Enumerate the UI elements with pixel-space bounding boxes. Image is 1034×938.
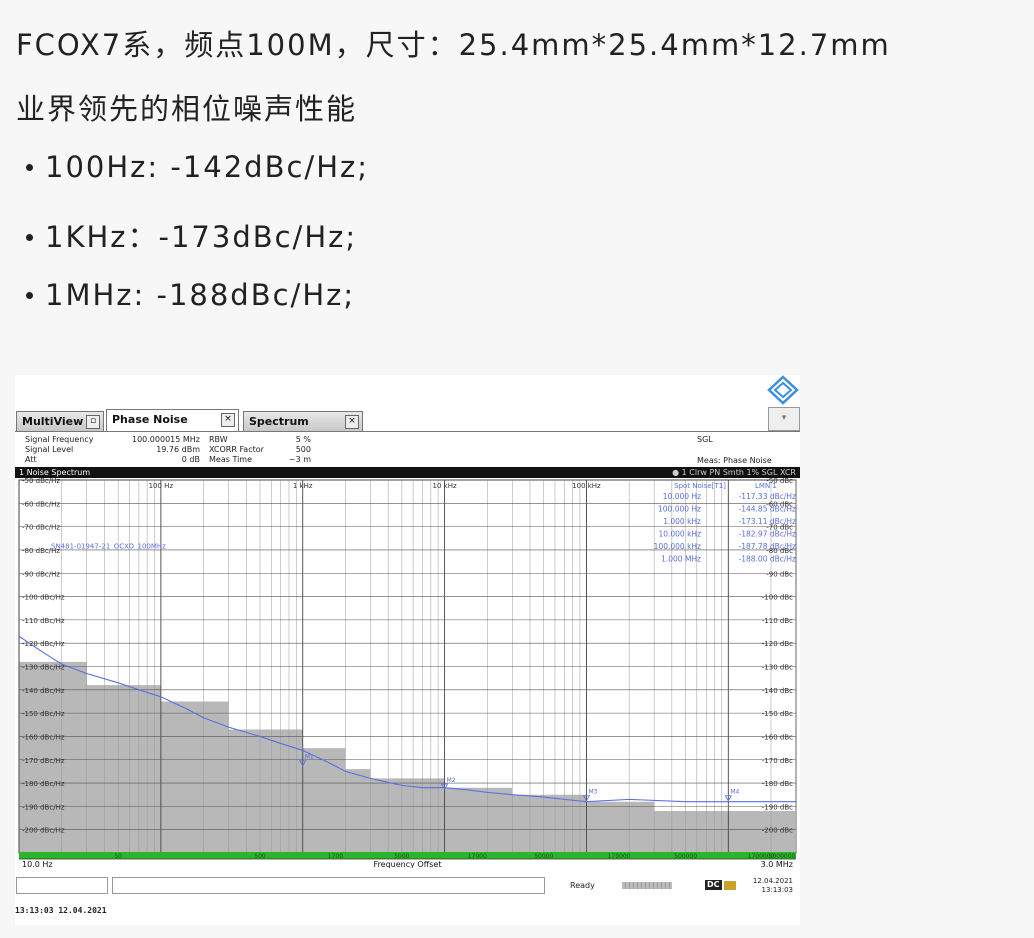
rbw-value: 5 % <box>295 435 311 444</box>
tab-phase-noise[interactable]: Phase Noise × <box>106 409 239 431</box>
spot-noise-freq: 10.000 kHz <box>658 530 701 539</box>
rohde-schwarz-logo-icon <box>767 375 799 405</box>
y-tick-label-left: -60 dBc/Hz <box>22 500 60 508</box>
x-start-label: 10.0 Hz <box>22 860 53 868</box>
y-tick-label-left: -70 dBc/Hz <box>22 524 60 532</box>
x-tick-label: 1 kHz <box>293 482 313 490</box>
signal-level-label: Signal Level <box>25 445 74 454</box>
spot-noise-header-right: LMN 1 <box>755 482 777 490</box>
window-title: 1 Noise Spectrum <box>19 468 91 477</box>
spot-noise-value: -182.97 dBc/Hz <box>739 530 797 539</box>
marker-label: M4 <box>730 789 739 796</box>
signal-frequency-label: Signal Frequency <box>25 435 94 444</box>
y-tick-label-left: -190 dBc/Hz <box>22 803 65 811</box>
footer-timestamp: 13:13:03 12.04.2021 <box>15 906 107 915</box>
y-tick-label-right: -110 dBc <box>762 617 793 625</box>
y-tick-label-left: -170 dBc/Hz <box>22 757 65 765</box>
spot-noise-value: -187.78 dBc/Hz <box>739 542 797 551</box>
status-field-2 <box>112 877 545 894</box>
y-tick-label-right: -90 dBc <box>766 570 793 578</box>
window-title-bar: 1 Noise Spectrum ● 1 Clrw PN Smth 1% SGL… <box>15 467 800 478</box>
signal-level-value: 19.76 dBm <box>156 445 200 454</box>
y-tick-label-right: -190 dBc <box>762 803 793 811</box>
meas-time-label: Meas Time <box>209 455 253 464</box>
heading-line-1: FCOX7系，频点100M，尺寸：25.4mm*25.4mm*12.7mm <box>16 28 891 62</box>
y-tick-label-left: -200 dBc/Hz <box>22 827 65 835</box>
spot-noise-freq: 10.000 Hz <box>663 492 701 501</box>
bullet-icon <box>26 291 33 299</box>
measurement-mode: Meas: Phase Noise <box>697 456 772 465</box>
bullet-icon <box>26 163 33 171</box>
bullet-icon <box>26 233 33 241</box>
att-value: 0 dB <box>181 455 200 464</box>
y-tick-label-left: -140 dBc/Hz <box>22 687 65 695</box>
signal-frequency-value: 100.000015 MHz <box>131 435 200 444</box>
phase-noise-screenshot: ▾ MultiView ▫ Phase Noise × Spectrum × Sign… <box>15 375 800 925</box>
y-tick-label-left: -150 dBc/Hz <box>22 710 65 718</box>
y-tick-label-left: -90 dBc/Hz <box>22 570 60 578</box>
x-stop-label: 3.0 MHz <box>761 860 793 868</box>
trace-settings: ● 1 Clrw PN Smth 1% SGL XCR <box>672 468 796 477</box>
status-datetime: 12.04.2021 13:13:03 <box>752 877 793 894</box>
y-tick-label-right: -170 dBc <box>762 757 793 765</box>
sgl-indicator: SGL <box>697 435 713 444</box>
y-tick-label-right: -100 dBc <box>762 594 793 602</box>
rbw-label: RBW <box>209 435 228 444</box>
y-tick-label-right: -150 dBc <box>762 710 793 718</box>
spec-item-1khz: 1KHz：-173dBc/Hz; <box>26 214 357 256</box>
y-tick-label-left: -130 dBc/Hz <box>22 664 65 672</box>
y-tick-label-right: -160 dBc <box>762 733 793 741</box>
marker-label: M2 <box>447 777 456 784</box>
trace-label: SN481-01947-21_OCXO_100MHz <box>51 542 166 550</box>
status-ready: Ready <box>570 881 595 890</box>
y-tick-label-left: -160 dBc/Hz <box>22 733 65 741</box>
x-tick-label: 100 kHz <box>572 482 601 490</box>
y-tick-label-right: -130 dBc <box>762 664 793 672</box>
spec-item-1mhz: 1MHz: -188dBc/Hz; <box>26 278 355 312</box>
spot-noise-freq: 100.000 kHz <box>654 542 701 551</box>
y-tick-label-right: -180 dBc <box>762 780 793 788</box>
marker-label: M3 <box>588 789 597 796</box>
y-tick-label-right: -200 dBc <box>762 827 793 835</box>
spot-noise-header: Spot Noise[T1] <box>674 482 726 490</box>
y-tick-label-right: -140 dBc <box>762 687 793 695</box>
heading-line-2: 业界领先的相位噪声性能 <box>16 92 358 126</box>
y-tick-label-left: -100 dBc/Hz <box>22 594 65 602</box>
phase-noise-chart: -50 dBc/Hz -50 dBc-60 dBc/Hz -60 dBc-70 dB… <box>18 478 797 868</box>
spot-noise-value: -188.00 dBc/Hz <box>739 555 797 564</box>
xcorr-value: 500 <box>295 445 311 454</box>
meas-time-value: ~3 m <box>288 455 311 464</box>
y-tick-label-left: -110 dBc/Hz <box>22 617 65 625</box>
tab-close-icon[interactable]: × <box>221 413 235 427</box>
x-tick-label: 100 Hz <box>149 482 174 490</box>
y-tick-label-left: -180 dBc/Hz <box>22 780 65 788</box>
spot-noise-value: -144.85 dBc/Hz <box>739 505 797 514</box>
tab-close-icon[interactable]: ▫ <box>86 415 100 429</box>
spot-noise-value: -117.33 dBc/Hz <box>739 492 797 501</box>
marker-label: M1 <box>305 754 314 761</box>
spot-noise-freq: 1.000 MHz <box>661 555 701 564</box>
spot-noise-freq: 1.000 kHz <box>663 517 701 526</box>
y-tick-label-left: -50 dBc/Hz <box>22 478 60 485</box>
dc-indicator: DC <box>705 880 722 890</box>
progress-indicator <box>622 882 672 889</box>
spot-noise-value: -173.11 dBc/Hz <box>739 517 797 526</box>
spot-noise-freq: 100.000 Hz <box>658 505 701 514</box>
tab-multiview[interactable]: MultiView ▫ <box>16 411 104 431</box>
x-axis-title: Frequency Offset <box>374 860 442 868</box>
dropdown-button[interactable]: ▾ <box>768 407 800 431</box>
xcorr-label: XCORR Factor <box>209 445 264 454</box>
spec-item-100hz: 100Hz: -142dBc/Hz; <box>26 150 369 184</box>
att-label: Att <box>25 455 37 464</box>
tab-close-icon[interactable]: × <box>345 415 359 429</box>
y-tick-label-left: -120 dBc/Hz <box>22 640 65 648</box>
status-field-1 <box>16 877 108 894</box>
y-tick-label-right: -120 dBc <box>762 640 793 648</box>
x-tick-label: 10 kHz <box>433 482 457 490</box>
tab-spectrum[interactable]: Spectrum × <box>243 411 363 431</box>
